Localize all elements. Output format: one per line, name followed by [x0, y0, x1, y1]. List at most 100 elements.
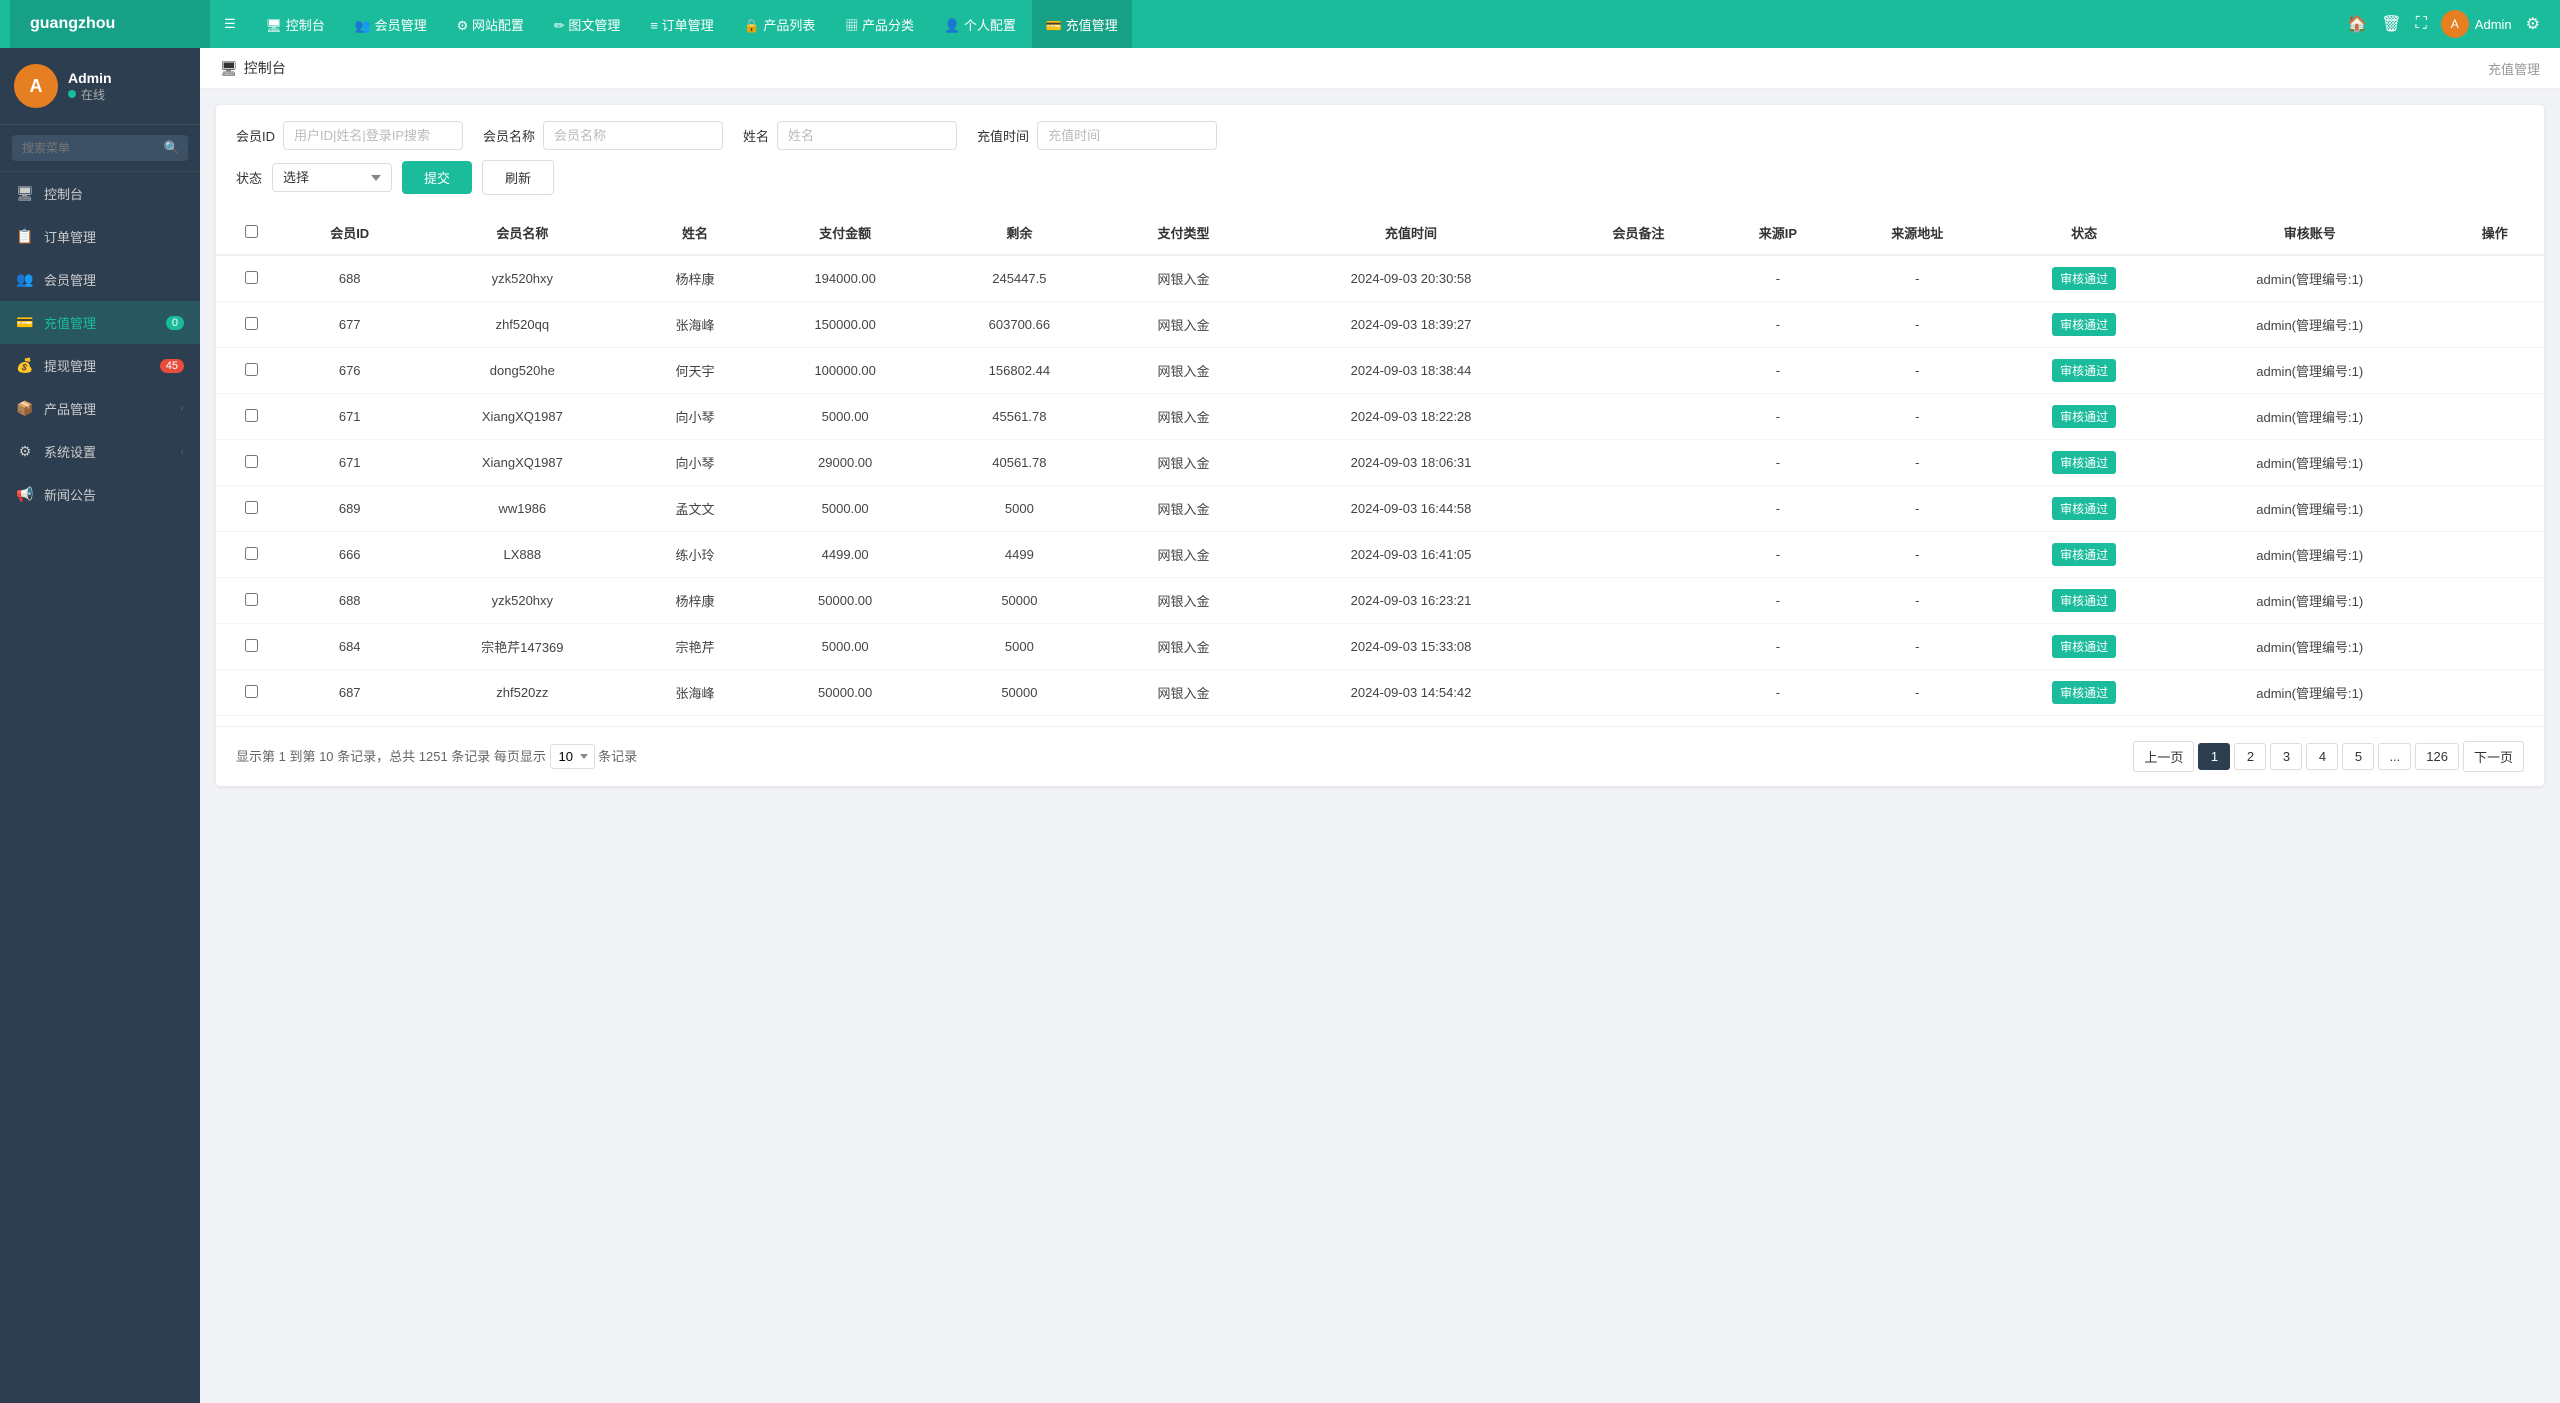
submit-button[interactable]: 提交 [402, 161, 472, 194]
refresh-button[interactable]: 刷新 [482, 160, 554, 195]
page-4-button[interactable]: 4 [2306, 743, 2338, 770]
sidebar-item-member[interactable]: 👥 会员管理 [0, 258, 200, 301]
more-options-icon[interactable]: ⚙ [2526, 14, 2540, 34]
cell-status: 审核通过 [1994, 255, 2174, 302]
nav-member[interactable]: 👥 会员管理 [341, 0, 441, 48]
trash-icon[interactable]: 🗑 [2381, 14, 2401, 34]
select-all-checkbox[interactable] [245, 225, 258, 238]
filter-select-status[interactable]: 选择 [272, 163, 392, 192]
sidebar-item-label: 系统设置 [44, 442, 96, 461]
col-amount: 支付金额 [758, 211, 932, 255]
filter-member-name: 会员名称 [483, 121, 723, 150]
pagination-controls: 上一页 1 2 3 4 5 ... 126 下一页 [2133, 741, 2524, 772]
page-1-button[interactable]: 1 [2198, 743, 2230, 770]
nav-product-cat[interactable]: ▦ 产品分类 [831, 0, 928, 48]
cell-admin: admin(管理编号:1) [2174, 394, 2445, 440]
cell-remain: 603700.66 [932, 302, 1106, 348]
cell-amount: 29000.00 [758, 440, 932, 486]
pagination-unit: 条记录 [598, 749, 637, 764]
cell-paytype: 网银入金 [1107, 302, 1261, 348]
cell-realname: 练小玲 [632, 532, 758, 578]
news-icon: 📢 [16, 486, 34, 503]
nav-media[interactable]: ✏ 图文管理 [540, 0, 635, 48]
row-checkbox[interactable] [245, 317, 258, 330]
nav-dashboard[interactable]: 🖥 控制台 [252, 0, 339, 48]
cell-remark [1562, 486, 1716, 532]
row-checkbox[interactable] [245, 639, 258, 652]
cell-checkbox [216, 348, 287, 394]
row-checkbox[interactable] [245, 409, 258, 422]
row-checkbox[interactable] [245, 593, 258, 606]
filter-input-recharge-time[interactable] [1037, 121, 1217, 150]
page-last-button[interactable]: 126 [2415, 743, 2459, 770]
row-checkbox[interactable] [245, 501, 258, 514]
sidebar-item-label: 会员管理 [44, 270, 96, 289]
nav-product-list[interactable]: 🔒 产品列表 [730, 0, 830, 48]
page-ellipsis: ... [2378, 743, 2411, 770]
cell-remark [1562, 255, 1716, 302]
sidebar-item-news[interactable]: 📢 新闻公告 [0, 473, 200, 516]
cell-status: 审核通过 [1994, 578, 2174, 624]
cell-id: 689 [287, 486, 413, 532]
cell-admin: admin(管理编号:1) [2174, 532, 2445, 578]
table-wrap: 会员ID 会员名称 姓名 支付金额 剩余 支付类型 充值时间 会员备注 来源IP… [216, 211, 2544, 726]
cell-amount: 50000.00 [758, 578, 932, 624]
cell-remark [1562, 624, 1716, 670]
cell-amount: 50000.00 [758, 670, 932, 716]
cell-time: 2024-09-03 14:54:42 [1261, 670, 1562, 716]
top-nav-items: ☰ 🖥 控制台 👥 会员管理 ⚙ 网站配置 ✏ 图文管理 ≡ 订单管理 🔒 产品… [210, 0, 2347, 48]
sidebar-item-order[interactable]: 📋 订单管理 [0, 215, 200, 258]
cell-realname: 何天宇 [632, 348, 758, 394]
next-page-button[interactable]: 下一页 [2463, 741, 2524, 772]
nav-config[interactable]: ⚙ 网站配置 [443, 0, 538, 48]
col-pay-type: 支付类型 [1107, 211, 1261, 255]
page-size-select[interactable]: 10 20 50 [550, 744, 595, 769]
nav-menu-toggle[interactable]: ☰ [210, 0, 250, 48]
table-row: 684 宗艳芹147369 宗艳芹 5000.00 5000 网银入金 2024… [216, 624, 2544, 670]
filter-label-member-name: 会员名称 [483, 126, 535, 145]
nav-personal[interactable]: 👤 个人配置 [930, 0, 1030, 48]
sidebar-header: A Admin 在线 [0, 48, 200, 125]
cell-checkbox [216, 255, 287, 302]
cell-id: 671 [287, 440, 413, 486]
cell-admin: admin(管理编号:1) [2174, 440, 2445, 486]
cell-checkbox [216, 440, 287, 486]
data-table: 会员ID 会员名称 姓名 支付金额 剩余 支付类型 充值时间 会员备注 来源IP… [216, 211, 2544, 716]
table-row: 688 yzk520hxy 杨梓康 50000.00 50000 网银入金 20… [216, 578, 2544, 624]
search-input[interactable] [12, 135, 188, 161]
page-3-button[interactable]: 3 [2270, 743, 2302, 770]
filter-input-member-name[interactable] [543, 121, 723, 150]
sidebar-item-dashboard[interactable]: 🖥 控制台 [0, 172, 200, 215]
row-checkbox[interactable] [245, 363, 258, 376]
home-icon[interactable]: 🏠 [2347, 14, 2367, 34]
sidebar-item-recharge[interactable]: 💳 充值管理 0 [0, 301, 200, 344]
row-checkbox[interactable] [245, 455, 258, 468]
cell-time: 2024-09-03 18:39:27 [1261, 302, 1562, 348]
row-checkbox[interactable] [245, 685, 258, 698]
cell-status: 审核通过 [1994, 440, 2174, 486]
cell-checkbox [216, 486, 287, 532]
page-2-button[interactable]: 2 [2234, 743, 2266, 770]
nav-recharge[interactable]: 💳 充值管理 [1032, 0, 1132, 48]
cell-addr: - [1840, 486, 1994, 532]
cell-ip: - [1716, 440, 1841, 486]
nav-order[interactable]: ≡ 订单管理 [636, 0, 727, 48]
filter-input-real-name[interactable] [777, 121, 957, 150]
sidebar-item-system[interactable]: ⚙ 系统设置 ‹ [0, 430, 200, 473]
product-icon: 📦 [16, 400, 34, 417]
cell-time: 2024-09-03 18:22:28 [1261, 394, 1562, 440]
cell-name: 宗艳芹147369 [413, 624, 632, 670]
cell-id: 671 [287, 394, 413, 440]
prev-page-button[interactable]: 上一页 [2133, 741, 2194, 772]
status-badge: 审核通过 [2052, 405, 2116, 428]
avatar: A [14, 64, 58, 108]
page-5-button[interactable]: 5 [2342, 743, 2374, 770]
row-checkbox[interactable] [245, 271, 258, 284]
row-checkbox[interactable] [245, 547, 258, 560]
status-badge: 审核通过 [2052, 313, 2116, 336]
cell-id: 684 [287, 624, 413, 670]
sidebar-item-product[interactable]: 📦 产品管理 ‹ [0, 387, 200, 430]
sidebar-item-withdraw[interactable]: 💰 提现管理 45 [0, 344, 200, 387]
expand-icon[interactable]: ⛶ [2416, 15, 2427, 33]
filter-input-member-id[interactable] [283, 121, 463, 150]
